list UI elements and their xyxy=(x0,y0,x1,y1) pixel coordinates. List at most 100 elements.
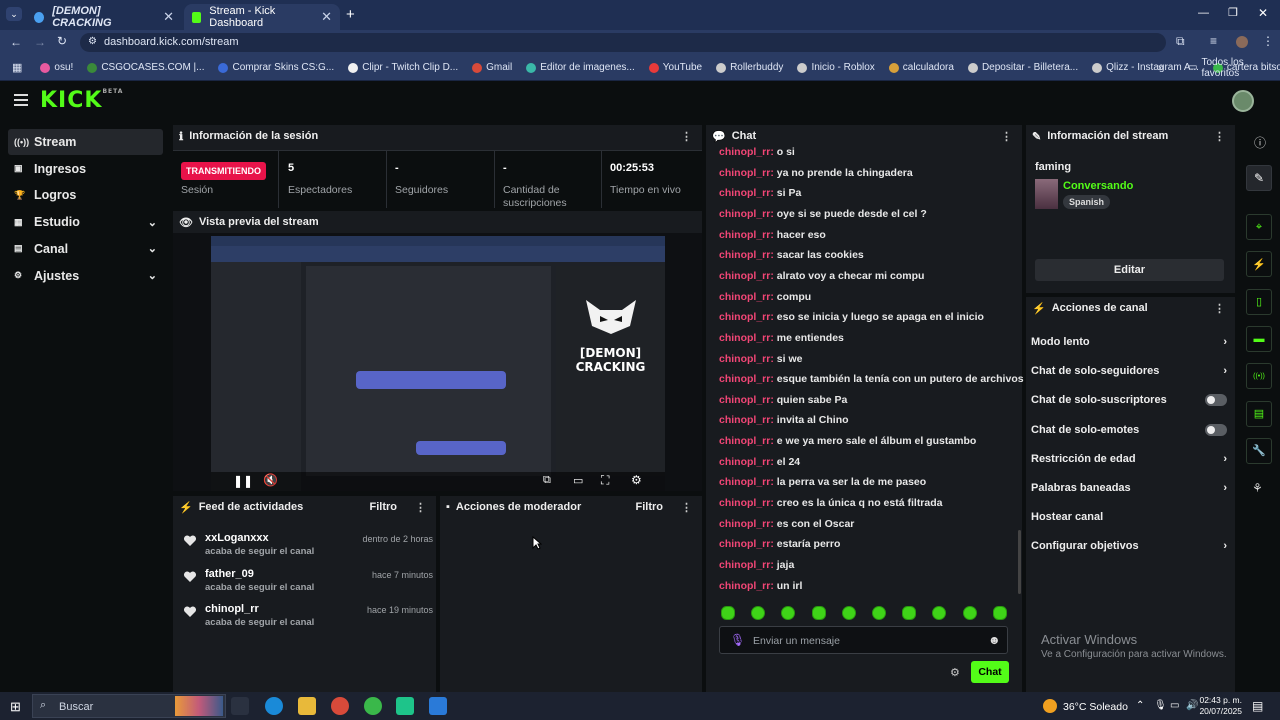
channel-action-3[interactable]: Chat de solo-emotes xyxy=(1031,419,1227,441)
sidebar-item-estudio[interactable]: ▦ Estudio ⌄ xyxy=(8,209,163,235)
toggle-switch[interactable] xyxy=(1205,423,1227,436)
theater-icon[interactable]: ▭ xyxy=(573,474,583,487)
sidebar-item-canal[interactable]: ▤ Canal ⌄ xyxy=(8,236,163,262)
microphone-icon[interactable]: 🎙 xyxy=(1154,700,1167,711)
chat-username[interactable]: chinopl_rr: xyxy=(719,394,774,406)
more-vertical-icon[interactable]: ⋮ xyxy=(1214,302,1225,315)
chat-scrollbar[interactable] xyxy=(1018,530,1021,594)
chat-username[interactable]: chinopl_rr: xyxy=(719,167,774,179)
tray-expand-icon[interactable]: ⌃ xyxy=(1136,700,1144,711)
channel-action-6[interactable]: Hostear canal xyxy=(1031,506,1227,528)
more-vertical-icon[interactable]: ⋮ xyxy=(681,501,692,514)
more-vertical-icon[interactable]: ⋮ xyxy=(1001,130,1012,143)
reload-icon[interactable]: ↻ xyxy=(57,34,67,48)
network-icon[interactable]: ▭ xyxy=(1170,700,1179,711)
bookmark-item[interactable]: Gmail xyxy=(472,62,512,73)
channel-action-7[interactable]: Configurar objetivos › xyxy=(1031,535,1227,557)
chat-username[interactable]: chinopl_rr: xyxy=(719,311,774,323)
sidebar-item-stream[interactable]: ((•)) Stream xyxy=(8,129,163,155)
bookmark-item[interactable]: CSGOCASES.COM |... xyxy=(87,62,204,73)
settings-icon[interactable]: ⚙ xyxy=(631,473,642,487)
forward-icon[interactable]: → xyxy=(34,35,46,49)
chat-username[interactable]: chinopl_rr: xyxy=(719,497,774,509)
back-icon[interactable]: ← xyxy=(10,35,22,49)
bookmark-item[interactable]: osu! xyxy=(40,62,73,73)
rail-chat-button[interactable]: ▬ xyxy=(1246,325,1272,352)
chat-username[interactable]: chinopl_rr: xyxy=(719,332,774,344)
clock[interactable]: 02:43 p. m. 20/07/2025 xyxy=(1198,695,1242,717)
rail-edit-button[interactable]: ✎ xyxy=(1246,165,1272,191)
user-avatar[interactable] xyxy=(1232,90,1254,112)
tab-list-button[interactable]: ⌄ xyxy=(6,7,22,21)
bookmark-item[interactable]: Clipr - Twitch Clip D... xyxy=(348,62,458,73)
bookmark-item[interactable]: Qlizz - Instagram A... xyxy=(1092,62,1199,73)
emote-icon[interactable] xyxy=(721,606,735,620)
toggle-switch[interactable] xyxy=(1205,394,1227,407)
chat-username[interactable]: chinopl_rr: xyxy=(719,353,774,365)
bookmark-item[interactable]: Comprar Skins CS:G... xyxy=(218,62,334,73)
chat-send-button[interactable]: Chat xyxy=(971,661,1009,683)
info-icon[interactable]: ⓘ xyxy=(1254,134,1266,151)
close-window-button[interactable]: ✕ xyxy=(1258,6,1268,20)
profile-avatar[interactable] xyxy=(1236,36,1248,48)
windows-start-icon[interactable]: ⊞ xyxy=(10,699,21,715)
all-bookmarks-button[interactable]: ▭ Todos los favoritos xyxy=(1188,57,1280,79)
channel-action-2[interactable]: Chat de solo-suscriptores xyxy=(1031,389,1227,411)
hamburger-menu-icon[interactable] xyxy=(14,94,28,106)
pause-icon[interactable]: ❚❚ xyxy=(233,474,253,488)
channel-action-0[interactable]: Modo lento › xyxy=(1031,331,1227,353)
feed-filter-button[interactable]: Filtro xyxy=(370,501,398,513)
chat-username[interactable]: chinopl_rr: xyxy=(719,538,774,550)
rail-broadcast-button[interactable]: ((•)) xyxy=(1246,363,1272,390)
notifications-icon[interactable]: ▤ xyxy=(1252,699,1263,713)
chat-username[interactable]: chinopl_rr: xyxy=(719,270,774,282)
channel-action-1[interactable]: Chat de solo-seguidores › xyxy=(1031,360,1227,382)
chat-username[interactable]: chinopl_rr: xyxy=(719,187,774,199)
chat-input[interactable]: 🎙 Enviar un mensaje ☻ xyxy=(719,626,1008,654)
chat-username[interactable]: chinopl_rr: xyxy=(719,146,774,158)
chat-settings-icon[interactable]: ⚙ xyxy=(950,666,960,679)
mod-filter-button[interactable]: Filtro xyxy=(636,501,664,513)
edit-stream-button[interactable]: Editar xyxy=(1035,259,1224,281)
chat-username[interactable]: chinopl_rr: xyxy=(719,518,774,530)
site-info-icon[interactable]: ⚙ xyxy=(88,36,97,47)
more-icon[interactable]: ⋮ xyxy=(1262,34,1274,48)
chevron-right-icon[interactable]: » xyxy=(1158,62,1164,74)
chat-username[interactable]: chinopl_rr: xyxy=(719,414,774,426)
chat-username[interactable]: chinopl_rr: xyxy=(719,435,774,447)
sidebar-item-ingresos[interactable]: ▣ Ingresos xyxy=(8,156,163,182)
apps-icon[interactable]: ▦ xyxy=(12,61,22,74)
sidebar-item-ajustes[interactable]: ⚙ Ajustes ⌄ xyxy=(8,263,163,289)
more-vertical-icon[interactable]: ⋮ xyxy=(681,130,692,143)
fullscreen-icon[interactable]: ⛶ xyxy=(601,473,609,488)
more-vertical-icon[interactable]: ⋮ xyxy=(415,501,426,514)
rail-target-button[interactable]: ⌖ xyxy=(1246,214,1272,240)
chat-username[interactable]: chinopl_rr: xyxy=(719,373,774,385)
close-icon[interactable]: ✕ xyxy=(321,9,332,25)
chat-username[interactable]: chinopl_rr: xyxy=(719,249,774,261)
rail-wrench-button[interactable]: 🔧 xyxy=(1246,437,1272,464)
emote-icon[interactable] xyxy=(902,606,917,620)
vscode-icon[interactable] xyxy=(429,697,447,715)
rail-lightning-button[interactable]: ⚡ xyxy=(1246,251,1272,278)
chat-username[interactable]: chinopl_rr: xyxy=(719,208,774,220)
chrome-profile-icon[interactable] xyxy=(364,697,382,715)
rail-layout-button[interactable]: ▤ xyxy=(1246,400,1272,427)
more-vertical-icon[interactable]: ⋮ xyxy=(1214,130,1225,143)
url-bar[interactable]: dashboard.kick.com/stream xyxy=(80,33,1166,52)
emote-icon[interactable] xyxy=(992,606,1007,620)
stream-category[interactable]: Conversando xyxy=(1063,180,1133,192)
volume-icon[interactable]: 🔊 xyxy=(1186,700,1198,711)
bookmark-item[interactable]: Inicio - Roblox xyxy=(797,62,875,73)
chat-username[interactable]: chinopl_rr: xyxy=(719,580,774,592)
media-icon[interactable]: ≡ xyxy=(1210,34,1217,48)
chat-username[interactable]: chinopl_rr: xyxy=(719,559,774,571)
minimize-button[interactable]: — xyxy=(1198,7,1209,19)
tab-kick-dashboard[interactable]: Stream - Kick Dashboard ✕ xyxy=(184,4,340,30)
extensions-icon[interactable]: ⧉ xyxy=(1176,34,1185,49)
emote-icon[interactable] xyxy=(811,606,826,620)
edge-icon[interactable] xyxy=(265,697,283,715)
mute-icon[interactable]: 🔇 xyxy=(263,473,278,487)
bookmark-item[interactable]: Depositar - Billetera... xyxy=(967,62,1078,73)
chat-username[interactable]: chinopl_rr: xyxy=(719,456,774,468)
